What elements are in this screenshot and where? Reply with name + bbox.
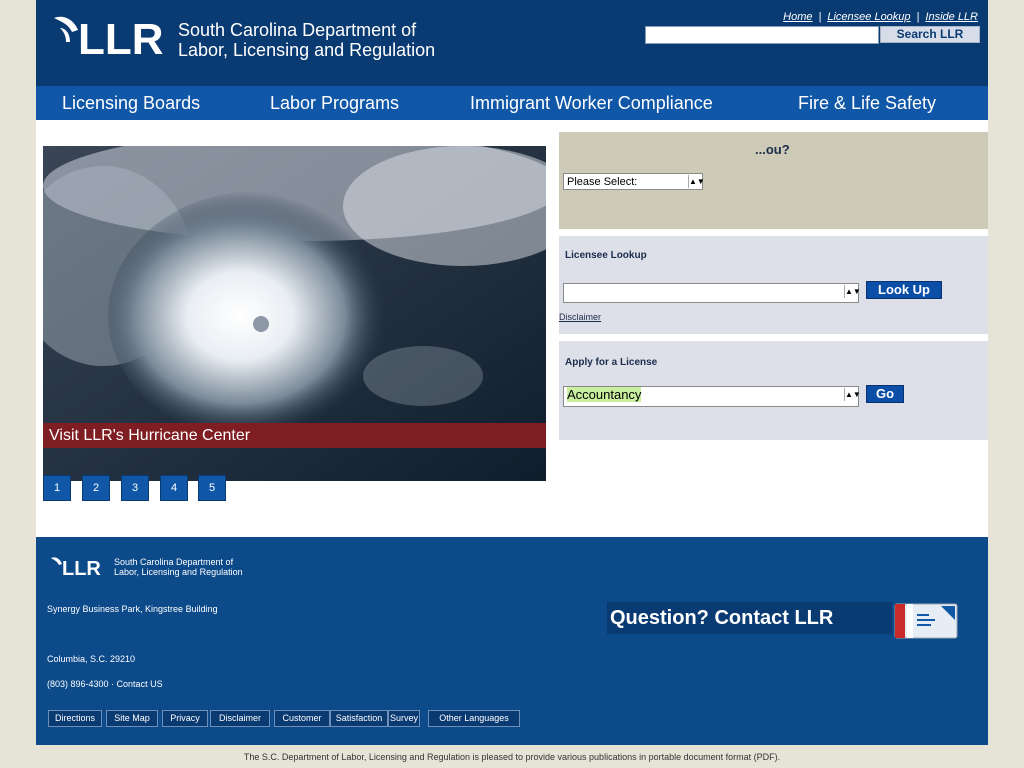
svg-text:LLR: LLR: [78, 15, 164, 58]
license-type-select[interactable]: Accountancy ▲▼: [563, 386, 861, 407]
customer-button[interactable]: Customer: [274, 710, 330, 727]
directions-button[interactable]: Directions: [48, 710, 102, 727]
footer-org-name: South Carolina Department of Labor, Lice…: [114, 557, 243, 577]
disclaimer-link[interactable]: Disclaimer: [559, 312, 601, 322]
footer-org-line-1: South Carolina Department of: [114, 557, 234, 567]
slide-1-button[interactable]: 1: [43, 475, 71, 501]
go-button[interactable]: Go: [866, 385, 904, 403]
pdf-notice: The S.C. Department of Labor, Licensing …: [243, 752, 781, 762]
licensee-lookup-panel: Licensee Lookup ▲▼ Look Up Disclaimer: [559, 236, 988, 334]
inside-llr-link[interactable]: Inside LLR: [925, 11, 978, 23]
footer-org-line-2: Labor, Licensing and Regulation: [114, 567, 243, 577]
contact-us-link[interactable]: Contact US: [117, 679, 163, 689]
slide-4-button[interactable]: 4: [160, 475, 188, 501]
survey-button[interactable]: Survey: [388, 710, 420, 727]
hurricane-center-caption[interactable]: Visit LLR's Hurricane Center: [43, 423, 546, 448]
nav-fire-life-safety[interactable]: Fire & Life Safety: [798, 86, 936, 120]
top-links: Home | Licensee Lookup | Inside LLR: [783, 11, 978, 23]
panel-title: ...ou?: [755, 142, 790, 157]
license-type-value: Accountancy: [567, 387, 642, 402]
licensee-lookup-field[interactable]: ▲▼: [563, 283, 861, 303]
llr-logo[interactable]: LLR: [52, 14, 174, 64]
mail-envelope-icon[interactable]: [893, 600, 959, 640]
footer-logo[interactable]: LLR: [50, 556, 114, 581]
chevron-down-icon: ▲▼: [688, 175, 705, 188]
panel-title: Licensee Lookup: [565, 250, 647, 261]
org-line-2: Labor, Licensing and Regulation: [178, 40, 436, 60]
palmetto-logo-icon: LLR: [51, 557, 101, 580]
main-nav: Licensing Boards Labor Programs Immigran…: [36, 86, 988, 120]
role-select[interactable]: Please Select: ▲▼: [563, 173, 705, 190]
footer-address-line-1: Synergy Business Park, Kingstree Buildin…: [47, 604, 218, 614]
satisfaction-button[interactable]: Satisfaction: [330, 710, 388, 727]
palmetto-logo-icon: LLR: [54, 15, 164, 64]
chevron-down-icon: ▲▼: [844, 388, 861, 401]
contact-llr-banner[interactable]: Question? Contact LLR: [607, 602, 892, 634]
slide-2-button[interactable]: 2: [82, 475, 110, 501]
home-link[interactable]: Home: [783, 11, 812, 23]
apply-license-panel: Apply for a License Accountancy ▲▼ Go: [559, 341, 988, 440]
link-separator: |: [916, 11, 920, 23]
footer-phone: (803) 896-4300: [47, 679, 109, 689]
search-input[interactable]: [645, 26, 879, 44]
site-map-button[interactable]: Site Map: [106, 710, 158, 727]
envelope-icon: [894, 603, 958, 639]
panel-title: Apply for a License: [565, 357, 658, 368]
search-button[interactable]: Search LLR: [880, 26, 980, 43]
look-up-button[interactable]: Look Up: [866, 281, 942, 299]
disclaimer-button[interactable]: Disclaimer: [210, 710, 270, 727]
nav-immigrant-worker-compliance[interactable]: Immigrant Worker Compliance: [470, 86, 713, 120]
nav-labor-programs[interactable]: Labor Programs: [270, 86, 399, 120]
slide-3-button[interactable]: 3: [121, 475, 149, 501]
nav-licensing-boards[interactable]: Licensing Boards: [62, 86, 200, 120]
who-are-you-panel: ...ou? Please Select: ▲▼: [559, 132, 988, 229]
chevron-down-icon: ▲▼: [844, 285, 861, 298]
privacy-button[interactable]: Privacy: [162, 710, 208, 727]
svg-text:LLR: LLR: [62, 558, 101, 576]
licensee-lookup-link[interactable]: Licensee Lookup: [827, 11, 910, 23]
footer-address-line-2: Columbia, S.C. 29210: [47, 654, 136, 664]
other-languages-button[interactable]: Other Languages: [428, 710, 520, 727]
footer-phone-line: (803) 896-4300 · Contact US: [47, 679, 163, 689]
org-line-1: South Carolina Department of: [178, 20, 417, 40]
link-separator: |: [818, 11, 822, 23]
slide-5-button[interactable]: 5: [198, 475, 226, 501]
role-select-value: Please Select:: [567, 176, 638, 188]
org-name: South Carolina Department of Labor, Lice…: [178, 20, 435, 60]
